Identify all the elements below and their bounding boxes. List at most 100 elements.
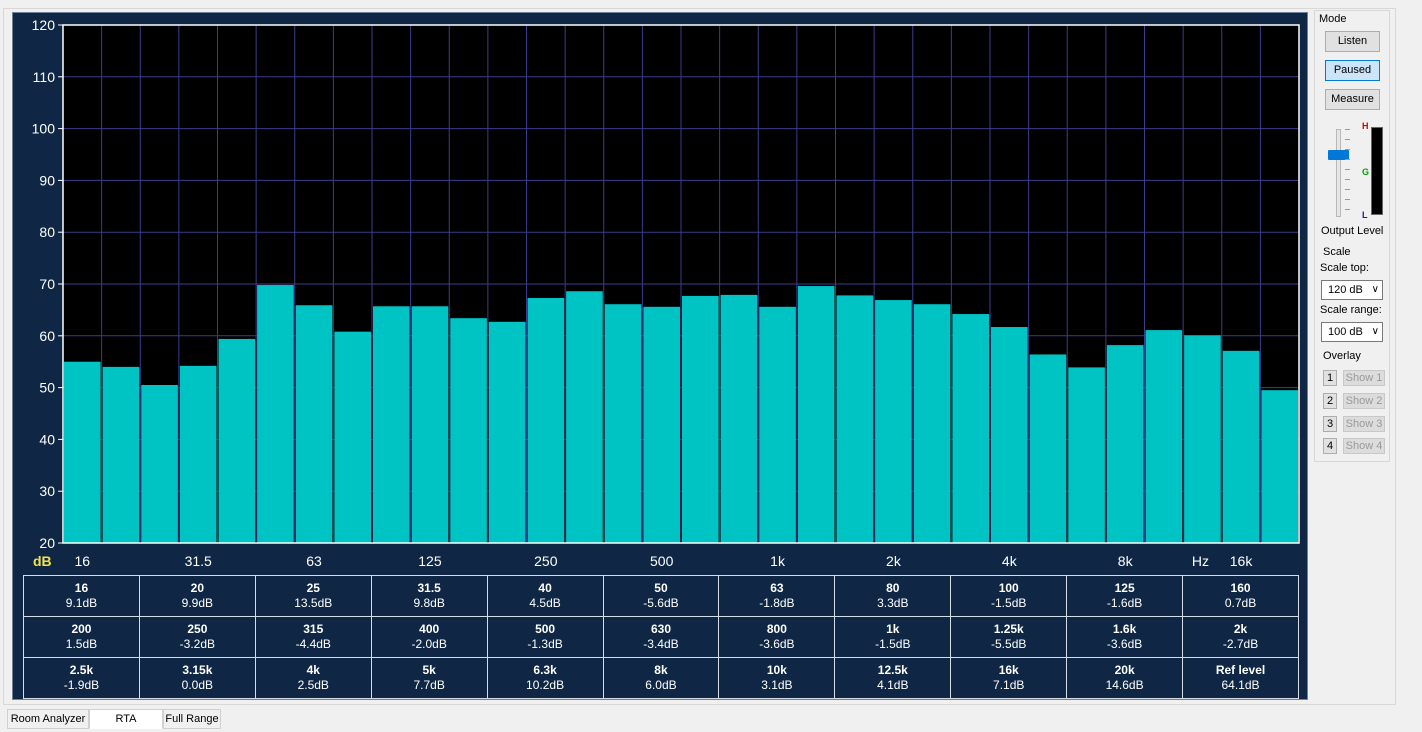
- band-level: 10.2dB: [526, 678, 565, 692]
- output-level-meter: [1371, 127, 1383, 215]
- output-level-slider-track[interactable]: [1336, 129, 1341, 217]
- scale-range-value: 100 dB: [1328, 326, 1363, 338]
- band-frequency: 6.3k: [533, 663, 557, 677]
- table-cell: 4k 2.5dB: [254, 657, 372, 699]
- scale-range-select[interactable]: 100 dB ∨: [1321, 322, 1383, 342]
- rta-bar: [1145, 330, 1183, 543]
- band-frequency: 31.5: [417, 581, 441, 595]
- rta-bar: [720, 294, 758, 543]
- band-level: 3.1dB: [761, 678, 793, 692]
- meter-high-label: H: [1362, 121, 1369, 131]
- band-level: -1.8dB: [759, 596, 795, 610]
- band-level: 9.8dB: [413, 596, 445, 610]
- overlay-3-button[interactable]: 3: [1323, 416, 1337, 432]
- rta-bar: [488, 321, 526, 543]
- rta-bar: [411, 306, 449, 543]
- y-tick-label: 60: [39, 328, 55, 344]
- table-cell: 16k 7.1dB: [950, 657, 1068, 699]
- y-tick-label: 110: [33, 69, 56, 85]
- band-level: 9.9dB: [181, 596, 214, 610]
- band-level: 14.6dB: [1105, 678, 1144, 692]
- rta-bar: [141, 385, 178, 543]
- band-frequency: 250: [187, 622, 208, 636]
- tab-full-range[interactable]: Full Range: [163, 709, 221, 729]
- band-frequency: 200: [71, 622, 92, 636]
- table-cell: 40 4.5dB: [486, 575, 604, 617]
- table-cell: 500 -1.3dB: [486, 616, 604, 658]
- band-level: -2.7dB: [1222, 637, 1259, 651]
- y-tick-label: 50: [39, 380, 55, 396]
- measure-button[interactable]: Measure: [1325, 89, 1380, 110]
- band-frequency: 4k: [306, 663, 320, 677]
- rta-bar: [218, 338, 256, 543]
- band-level: 6.0dB: [645, 678, 677, 692]
- band-level: -1.5dB: [991, 596, 1027, 610]
- rta-bar: [295, 305, 333, 543]
- table-cell: 100 -1.5dB: [950, 575, 1068, 617]
- overlay-4-button[interactable]: 4: [1323, 438, 1337, 454]
- band-frequency: 2k: [1233, 622, 1248, 636]
- band-level: -2.0dB: [411, 637, 447, 651]
- band-level: -5.6dB: [643, 596, 679, 610]
- table-cell: 8k 6.0dB: [602, 657, 720, 699]
- table-cell: 3.15k 0.0dB: [138, 657, 256, 699]
- scale-group-label: Scale: [1323, 246, 1351, 258]
- band-frequency: 80: [886, 581, 900, 595]
- x-tick-label: 4k: [1002, 553, 1018, 569]
- y-tick-label: 90: [39, 172, 55, 188]
- band-frequency: 5k: [422, 663, 436, 677]
- output-level-label: Output Level: [1321, 225, 1384, 237]
- band-level: -3.6dB: [1106, 637, 1143, 651]
- rta-bar: [566, 291, 603, 543]
- band-level: 3.3dB: [877, 596, 909, 610]
- band-level: 64.1dB: [1221, 678, 1260, 692]
- band-frequency: 1k: [886, 622, 900, 636]
- listen-button[interactable]: Listen: [1325, 31, 1380, 52]
- show-3-button[interactable]: Show 3: [1343, 416, 1385, 432]
- x-tick-label: 250: [534, 553, 558, 569]
- x-tick-label: 2k: [886, 553, 902, 569]
- band-level: 2.5dB: [297, 678, 329, 692]
- scale-top-label: Scale top:: [1320, 262, 1369, 274]
- rta-bar: [257, 285, 294, 543]
- band-frequency: 400: [419, 622, 440, 636]
- x-tick-label: 125: [418, 553, 442, 569]
- show-4-button[interactable]: Show 4: [1343, 438, 1385, 454]
- y-tick-label: 80: [39, 224, 55, 240]
- table-cell: 400 -2.0dB: [370, 616, 488, 658]
- rta-bar: [1222, 350, 1260, 543]
- tab-rta[interactable]: RTA: [89, 709, 163, 729]
- rta-bar: [373, 306, 410, 543]
- table-cell: 31.5 9.8dB: [370, 575, 488, 617]
- band-level: -4.4dB: [295, 637, 331, 651]
- rta-bar: [836, 295, 874, 543]
- rta-bar: [64, 361, 101, 543]
- band-frequency: 63: [770, 581, 784, 595]
- show-2-button[interactable]: Show 2: [1343, 393, 1385, 409]
- tab-room-analyzer[interactable]: Room Analyzer: [7, 709, 89, 729]
- paused-button[interactable]: Paused: [1325, 60, 1380, 81]
- band-level: 1.5dB: [65, 637, 98, 651]
- x-tick-label: 31.5: [185, 553, 212, 569]
- y-tick-label: 20: [39, 535, 55, 551]
- band-level: 7.1dB: [993, 678, 1025, 692]
- band-level: -3.2dB: [179, 637, 216, 651]
- band-level: 7.7dB: [413, 678, 445, 692]
- table-cell: 315 -4.4dB: [254, 616, 372, 658]
- table-cell: 50 -5.6dB: [602, 575, 720, 617]
- show-1-button[interactable]: Show 1: [1343, 370, 1385, 386]
- scale-top-select[interactable]: 120 dB ∨: [1321, 280, 1383, 300]
- band-frequency: 1.25k: [993, 622, 1024, 636]
- table-cell: 800 -3.6dB: [718, 616, 836, 658]
- overlay-1-button[interactable]: 1: [1323, 370, 1337, 386]
- table-cell: 1.6k -3.6dB: [1066, 616, 1184, 658]
- x-tick-label: 63: [306, 553, 322, 569]
- overlay-group-label: Overlay: [1323, 350, 1361, 362]
- table-cell: 2.5k -1.9dB: [23, 657, 140, 699]
- band-level: -1.6dB: [1106, 596, 1143, 610]
- y-tick-label: 30: [39, 483, 55, 499]
- scale-top-value: 120 dB: [1328, 284, 1363, 296]
- overlay-2-button[interactable]: 2: [1323, 393, 1337, 409]
- table-row: 200 1.5dB 250 -3.2dB 315 -4.4dB 400 -2.0dB 500 -1…: [23, 616, 1299, 658]
- band-level: -1.5dB: [875, 637, 911, 651]
